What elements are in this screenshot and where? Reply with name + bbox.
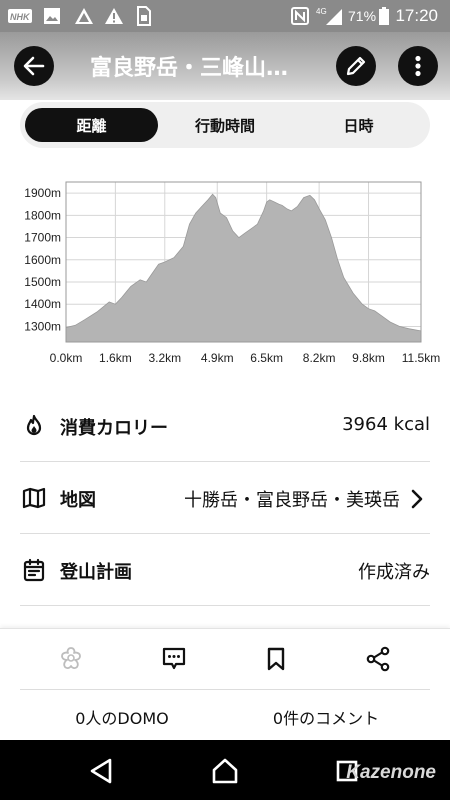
triangle-back-icon [90,758,112,784]
map-icon [22,487,46,509]
flower-icon [61,647,81,669]
calendar-icon [23,558,45,582]
tab-duration[interactable]: 行動時間 [160,108,290,142]
clock: 17:20 [395,6,438,25]
y-tick-label: 1800m [24,208,61,222]
more-vertical-icon [415,55,421,77]
y-tick-label: 1900m [24,186,61,200]
arrow-left-icon [23,56,45,76]
comment-icon [162,647,186,670]
image-icon [42,6,62,26]
nhk-icon: NHK [8,6,32,26]
y-tick-label: 1300m [24,319,61,333]
chevron-right-icon [411,489,423,509]
x-tick-label: 0.0km [50,351,83,365]
sim-icon [136,6,152,26]
calories-label: 消費カロリー [60,418,168,439]
battery-percent: 71% [348,8,377,24]
x-tick-label: 3.2km [148,351,181,365]
home-icon [212,758,238,784]
tab-date[interactable]: 日時 [292,108,425,142]
chart-tabs: 距離 行動時間 日時 [20,102,430,148]
warning-icon [104,6,124,26]
svg-text:4G: 4G [316,7,327,16]
more-options-button[interactable] [398,46,438,86]
status-bar: NHK 4G 71% 17:20 [0,0,450,32]
pencil-icon [346,56,366,76]
battery-icon [378,6,390,26]
y-tick-label: 1500m [24,275,61,289]
nav-back-button[interactable] [86,756,116,786]
edit-button[interactable] [336,46,376,86]
action-divider [20,689,430,690]
plan-row[interactable]: 登山計画 作成済み [20,534,430,606]
x-tick-label: 11.5km [402,351,440,365]
map-value: 十勝岳・富良野岳・美瑛岳 [184,490,400,511]
x-tick-label: 6.5km [250,351,283,365]
domo-count[interactable]: 0人のDOMO [22,705,222,729]
signal-alert-icon [74,6,94,26]
share-icon [366,646,390,672]
tab-distance[interactable]: 距離 [25,108,158,142]
back-button[interactable] [14,46,54,86]
plan-value: 作成済み [358,562,430,583]
nfc-icon [290,6,310,26]
signal-icon: 4G [316,6,344,26]
bookmark-icon [267,647,285,671]
flame-icon [26,414,42,436]
comment-button[interactable] [160,645,188,673]
page-title: 富良野岳・三峰山… [90,56,289,81]
y-tick-label: 1400m [24,297,61,311]
nav-home-button[interactable] [210,756,240,786]
elevation-chart: 1300m 1400m 1500m 1600m 1700m 1800m 1900m 0.0k… [0,168,450,378]
y-tick-label: 1700m [24,231,61,245]
x-tick-label: 8.2km [303,351,336,365]
svg-text:NHK: NHK [10,12,31,22]
calories-row: 消費カロリー 3964 kcal [20,390,430,462]
comment-count[interactable]: 0件のコメント [226,705,426,729]
map-label: 地図 [60,490,96,511]
x-tick-label: 9.8km [352,351,385,365]
app-header: 富良野岳・三峰山… [0,32,450,100]
domo-button[interactable] [57,645,85,673]
plan-label: 登山計画 [60,562,132,583]
x-tick-label: 4.9km [201,351,234,365]
action-bar: 0人のDOMO 0件のコメント [0,628,450,740]
y-tick-label: 1600m [24,253,61,267]
system-nav-bar: Kazenone [0,740,450,800]
calories-value: 3964 kcal [342,414,430,435]
share-button[interactable] [364,645,392,673]
watermark: Kazenone [346,762,436,783]
elevation-chart-svg: 1300m 1400m 1500m 1600m 1700m 1800m 1900m 0.0k… [24,181,440,365]
x-tick-label: 1.6km [99,351,132,365]
map-row[interactable]: 地図 十勝岳・富良野岳・美瑛岳 [20,462,430,534]
bookmark-button[interactable] [262,645,290,673]
elevation-area [65,193,422,343]
